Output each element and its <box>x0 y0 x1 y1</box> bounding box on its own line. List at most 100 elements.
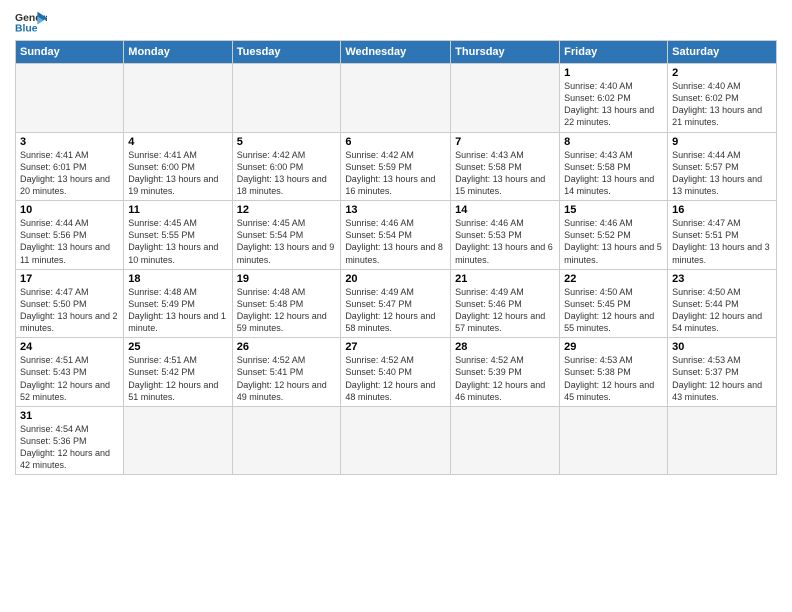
weekday-header-wednesday: Wednesday <box>341 41 451 64</box>
weekday-header-saturday: Saturday <box>668 41 777 64</box>
calendar-cell: 22Sunrise: 4:50 AM Sunset: 5:45 PM Dayli… <box>560 269 668 338</box>
day-number: 13 <box>345 204 446 216</box>
day-info: Sunrise: 4:40 AM Sunset: 6:02 PM Dayligh… <box>564 80 663 129</box>
calendar-table: SundayMondayTuesdayWednesdayThursdayFrid… <box>15 40 777 475</box>
calendar-cell: 3Sunrise: 4:41 AM Sunset: 6:01 PM Daylig… <box>16 132 124 201</box>
calendar-cell <box>451 64 560 133</box>
calendar-cell: 26Sunrise: 4:52 AM Sunset: 5:41 PM Dayli… <box>232 338 341 407</box>
calendar-cell: 24Sunrise: 4:51 AM Sunset: 5:43 PM Dayli… <box>16 338 124 407</box>
calendar-cell <box>232 406 341 475</box>
day-number: 30 <box>672 341 772 353</box>
day-number: 7 <box>455 136 555 148</box>
calendar-week-row: 1Sunrise: 4:40 AM Sunset: 6:02 PM Daylig… <box>16 64 777 133</box>
calendar-cell <box>124 64 232 133</box>
calendar-cell: 1Sunrise: 4:40 AM Sunset: 6:02 PM Daylig… <box>560 64 668 133</box>
day-info: Sunrise: 4:43 AM Sunset: 5:58 PM Dayligh… <box>564 149 663 198</box>
calendar-cell: 29Sunrise: 4:53 AM Sunset: 5:38 PM Dayli… <box>560 338 668 407</box>
day-number: 16 <box>672 204 772 216</box>
day-info: Sunrise: 4:48 AM Sunset: 5:49 PM Dayligh… <box>128 286 227 335</box>
calendar-cell <box>341 64 451 133</box>
calendar-week-row: 31Sunrise: 4:54 AM Sunset: 5:36 PM Dayli… <box>16 406 777 475</box>
calendar-cell: 20Sunrise: 4:49 AM Sunset: 5:47 PM Dayli… <box>341 269 451 338</box>
calendar-cell: 2Sunrise: 4:40 AM Sunset: 6:02 PM Daylig… <box>668 64 777 133</box>
calendar-cell: 4Sunrise: 4:41 AM Sunset: 6:00 PM Daylig… <box>124 132 232 201</box>
day-info: Sunrise: 4:53 AM Sunset: 5:37 PM Dayligh… <box>672 354 772 403</box>
day-number: 2 <box>672 67 772 79</box>
day-info: Sunrise: 4:52 AM Sunset: 5:41 PM Dayligh… <box>237 354 337 403</box>
calendar-cell: 5Sunrise: 4:42 AM Sunset: 6:00 PM Daylig… <box>232 132 341 201</box>
weekday-header-monday: Monday <box>124 41 232 64</box>
calendar-cell <box>341 406 451 475</box>
day-info: Sunrise: 4:42 AM Sunset: 6:00 PM Dayligh… <box>237 149 337 198</box>
day-info: Sunrise: 4:52 AM Sunset: 5:39 PM Dayligh… <box>455 354 555 403</box>
svg-text:Blue: Blue <box>15 24 38 34</box>
page: General Blue SundayMondayTuesdayWednesda… <box>0 0 792 485</box>
day-number: 31 <box>20 410 119 422</box>
day-info: Sunrise: 4:51 AM Sunset: 5:43 PM Dayligh… <box>20 354 119 403</box>
day-info: Sunrise: 4:46 AM Sunset: 5:54 PM Dayligh… <box>345 217 446 266</box>
day-info: Sunrise: 4:44 AM Sunset: 5:56 PM Dayligh… <box>20 217 119 266</box>
calendar-cell: 25Sunrise: 4:51 AM Sunset: 5:42 PM Dayli… <box>124 338 232 407</box>
day-number: 28 <box>455 341 555 353</box>
day-number: 6 <box>345 136 446 148</box>
day-info: Sunrise: 4:46 AM Sunset: 5:52 PM Dayligh… <box>564 217 663 266</box>
day-number: 1 <box>564 67 663 79</box>
calendar-cell <box>16 64 124 133</box>
day-info: Sunrise: 4:41 AM Sunset: 6:01 PM Dayligh… <box>20 149 119 198</box>
day-info: Sunrise: 4:43 AM Sunset: 5:58 PM Dayligh… <box>455 149 555 198</box>
calendar-cell <box>232 64 341 133</box>
calendar-week-row: 3Sunrise: 4:41 AM Sunset: 6:01 PM Daylig… <box>16 132 777 201</box>
day-info: Sunrise: 4:42 AM Sunset: 5:59 PM Dayligh… <box>345 149 446 198</box>
calendar-cell: 18Sunrise: 4:48 AM Sunset: 5:49 PM Dayli… <box>124 269 232 338</box>
calendar-cell: 30Sunrise: 4:53 AM Sunset: 5:37 PM Dayli… <box>668 338 777 407</box>
calendar-cell: 9Sunrise: 4:44 AM Sunset: 5:57 PM Daylig… <box>668 132 777 201</box>
day-info: Sunrise: 4:47 AM Sunset: 5:51 PM Dayligh… <box>672 217 772 266</box>
weekday-header-tuesday: Tuesday <box>232 41 341 64</box>
day-number: 21 <box>455 273 555 285</box>
calendar-cell: 11Sunrise: 4:45 AM Sunset: 5:55 PM Dayli… <box>124 201 232 270</box>
day-number: 15 <box>564 204 663 216</box>
day-number: 19 <box>237 273 337 285</box>
day-info: Sunrise: 4:53 AM Sunset: 5:38 PM Dayligh… <box>564 354 663 403</box>
header-area: General Blue <box>15 10 777 34</box>
day-info: Sunrise: 4:54 AM Sunset: 5:36 PM Dayligh… <box>20 423 119 472</box>
day-info: Sunrise: 4:49 AM Sunset: 5:47 PM Dayligh… <box>345 286 446 335</box>
day-number: 22 <box>564 273 663 285</box>
calendar-cell: 7Sunrise: 4:43 AM Sunset: 5:58 PM Daylig… <box>451 132 560 201</box>
day-info: Sunrise: 4:47 AM Sunset: 5:50 PM Dayligh… <box>20 286 119 335</box>
day-number: 25 <box>128 341 227 353</box>
day-info: Sunrise: 4:44 AM Sunset: 5:57 PM Dayligh… <box>672 149 772 198</box>
day-info: Sunrise: 4:41 AM Sunset: 6:00 PM Dayligh… <box>128 149 227 198</box>
calendar-cell: 17Sunrise: 4:47 AM Sunset: 5:50 PM Dayli… <box>16 269 124 338</box>
calendar-week-row: 10Sunrise: 4:44 AM Sunset: 5:56 PM Dayli… <box>16 201 777 270</box>
day-number: 29 <box>564 341 663 353</box>
logo-icon: General Blue <box>15 10 47 34</box>
calendar-cell: 6Sunrise: 4:42 AM Sunset: 5:59 PM Daylig… <box>341 132 451 201</box>
day-number: 8 <box>564 136 663 148</box>
day-number: 24 <box>20 341 119 353</box>
day-number: 11 <box>128 204 227 216</box>
weekday-header-row: SundayMondayTuesdayWednesdayThursdayFrid… <box>16 41 777 64</box>
day-number: 10 <box>20 204 119 216</box>
day-number: 17 <box>20 273 119 285</box>
calendar-cell <box>668 406 777 475</box>
weekday-header-thursday: Thursday <box>451 41 560 64</box>
day-number: 20 <box>345 273 446 285</box>
day-number: 23 <box>672 273 772 285</box>
day-info: Sunrise: 4:52 AM Sunset: 5:40 PM Dayligh… <box>345 354 446 403</box>
calendar-cell: 15Sunrise: 4:46 AM Sunset: 5:52 PM Dayli… <box>560 201 668 270</box>
calendar-cell <box>124 406 232 475</box>
calendar-cell: 8Sunrise: 4:43 AM Sunset: 5:58 PM Daylig… <box>560 132 668 201</box>
day-number: 12 <box>237 204 337 216</box>
day-number: 3 <box>20 136 119 148</box>
calendar-cell <box>560 406 668 475</box>
calendar-cell: 27Sunrise: 4:52 AM Sunset: 5:40 PM Dayli… <box>341 338 451 407</box>
calendar-cell: 12Sunrise: 4:45 AM Sunset: 5:54 PM Dayli… <box>232 201 341 270</box>
day-number: 27 <box>345 341 446 353</box>
calendar-cell <box>451 406 560 475</box>
calendar-cell: 13Sunrise: 4:46 AM Sunset: 5:54 PM Dayli… <box>341 201 451 270</box>
weekday-header-friday: Friday <box>560 41 668 64</box>
day-number: 9 <box>672 136 772 148</box>
day-info: Sunrise: 4:50 AM Sunset: 5:45 PM Dayligh… <box>564 286 663 335</box>
calendar-cell: 16Sunrise: 4:47 AM Sunset: 5:51 PM Dayli… <box>668 201 777 270</box>
